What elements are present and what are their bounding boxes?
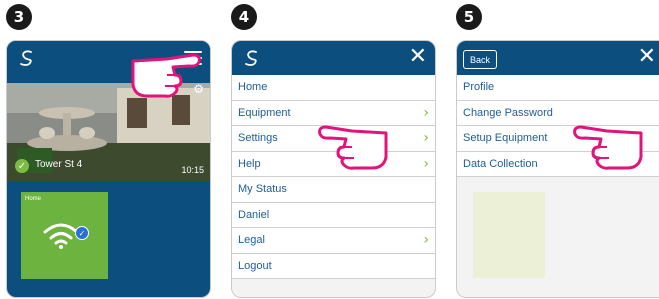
menu-item-logout[interactable]: Logout bbox=[232, 253, 435, 279]
menu-item-label: Profile bbox=[463, 81, 495, 94]
app-header: ✕ bbox=[232, 41, 435, 75]
menu-item-daniel[interactable]: Daniel bbox=[232, 202, 435, 228]
menu-item-home[interactable]: Home bbox=[232, 75, 435, 101]
chevron-right-icon: › bbox=[423, 104, 429, 121]
phone-screen-home: ⚙ ✓ Tower St 4 10:15 Home ✓ bbox=[6, 40, 211, 298]
menu-item-legal[interactable]: Legal › bbox=[232, 228, 435, 254]
phone-screen-settings: Back ✕ Profile Change Password Setup Equ… bbox=[456, 40, 659, 298]
step-4-badge: 4 bbox=[231, 4, 257, 30]
menu-item-label: Legal bbox=[238, 234, 265, 247]
step-5-badge: 5 bbox=[456, 4, 482, 30]
pointing-hand-icon bbox=[131, 53, 201, 98]
close-icon[interactable]: ✕ bbox=[409, 45, 427, 69]
main-menu: Home Equipment › Settings › Help › My Statu… bbox=[232, 75, 435, 279]
menu-item-label: Settings bbox=[238, 132, 278, 145]
app-logo-icon bbox=[245, 50, 257, 66]
connected-check-icon: ✓ bbox=[75, 226, 89, 240]
app-logo-icon bbox=[20, 50, 32, 66]
menu-item-my-status[interactable]: My Status bbox=[232, 177, 435, 203]
menu-item-label: Setup Equipment bbox=[463, 132, 548, 145]
phone-screen-menu: ✕ Home Equipment › Settings › Help › My Sta… bbox=[231, 40, 436, 298]
menu-item-label: Help bbox=[238, 157, 261, 170]
status-check-icon: ✓ bbox=[15, 159, 29, 173]
chevron-right-icon: › bbox=[423, 155, 429, 172]
pointing-hand-icon bbox=[318, 125, 388, 170]
menu-item-label: Change Password bbox=[463, 106, 553, 119]
wifi-icon bbox=[43, 223, 79, 249]
back-button[interactable]: Back bbox=[463, 50, 498, 69]
close-icon[interactable]: ✕ bbox=[638, 45, 656, 69]
step-3-badge: 3 bbox=[6, 4, 32, 30]
menu-item-label: Daniel bbox=[238, 208, 270, 221]
tile-label: Home bbox=[25, 196, 42, 202]
chevron-right-icon: › bbox=[423, 232, 429, 248]
pointing-hand-icon bbox=[573, 125, 643, 170]
menu-item-label: My Status bbox=[238, 183, 287, 196]
menu-item-label: Equipment bbox=[238, 106, 291, 119]
chevron-right-icon: › bbox=[423, 130, 429, 146]
menu-item-label: Logout bbox=[238, 259, 272, 272]
menu-item-label: Data Collection bbox=[463, 157, 538, 170]
background-tile bbox=[473, 192, 545, 278]
app-header: Back ✕ bbox=[457, 41, 659, 75]
menu-item-label: Home bbox=[238, 81, 268, 94]
location-name: Tower St 4 bbox=[35, 159, 83, 170]
location-time: 10:15 bbox=[181, 165, 204, 175]
menu-item-profile[interactable]: Profile bbox=[457, 75, 659, 101]
home-device-tile[interactable]: Home ✓ bbox=[21, 192, 108, 279]
